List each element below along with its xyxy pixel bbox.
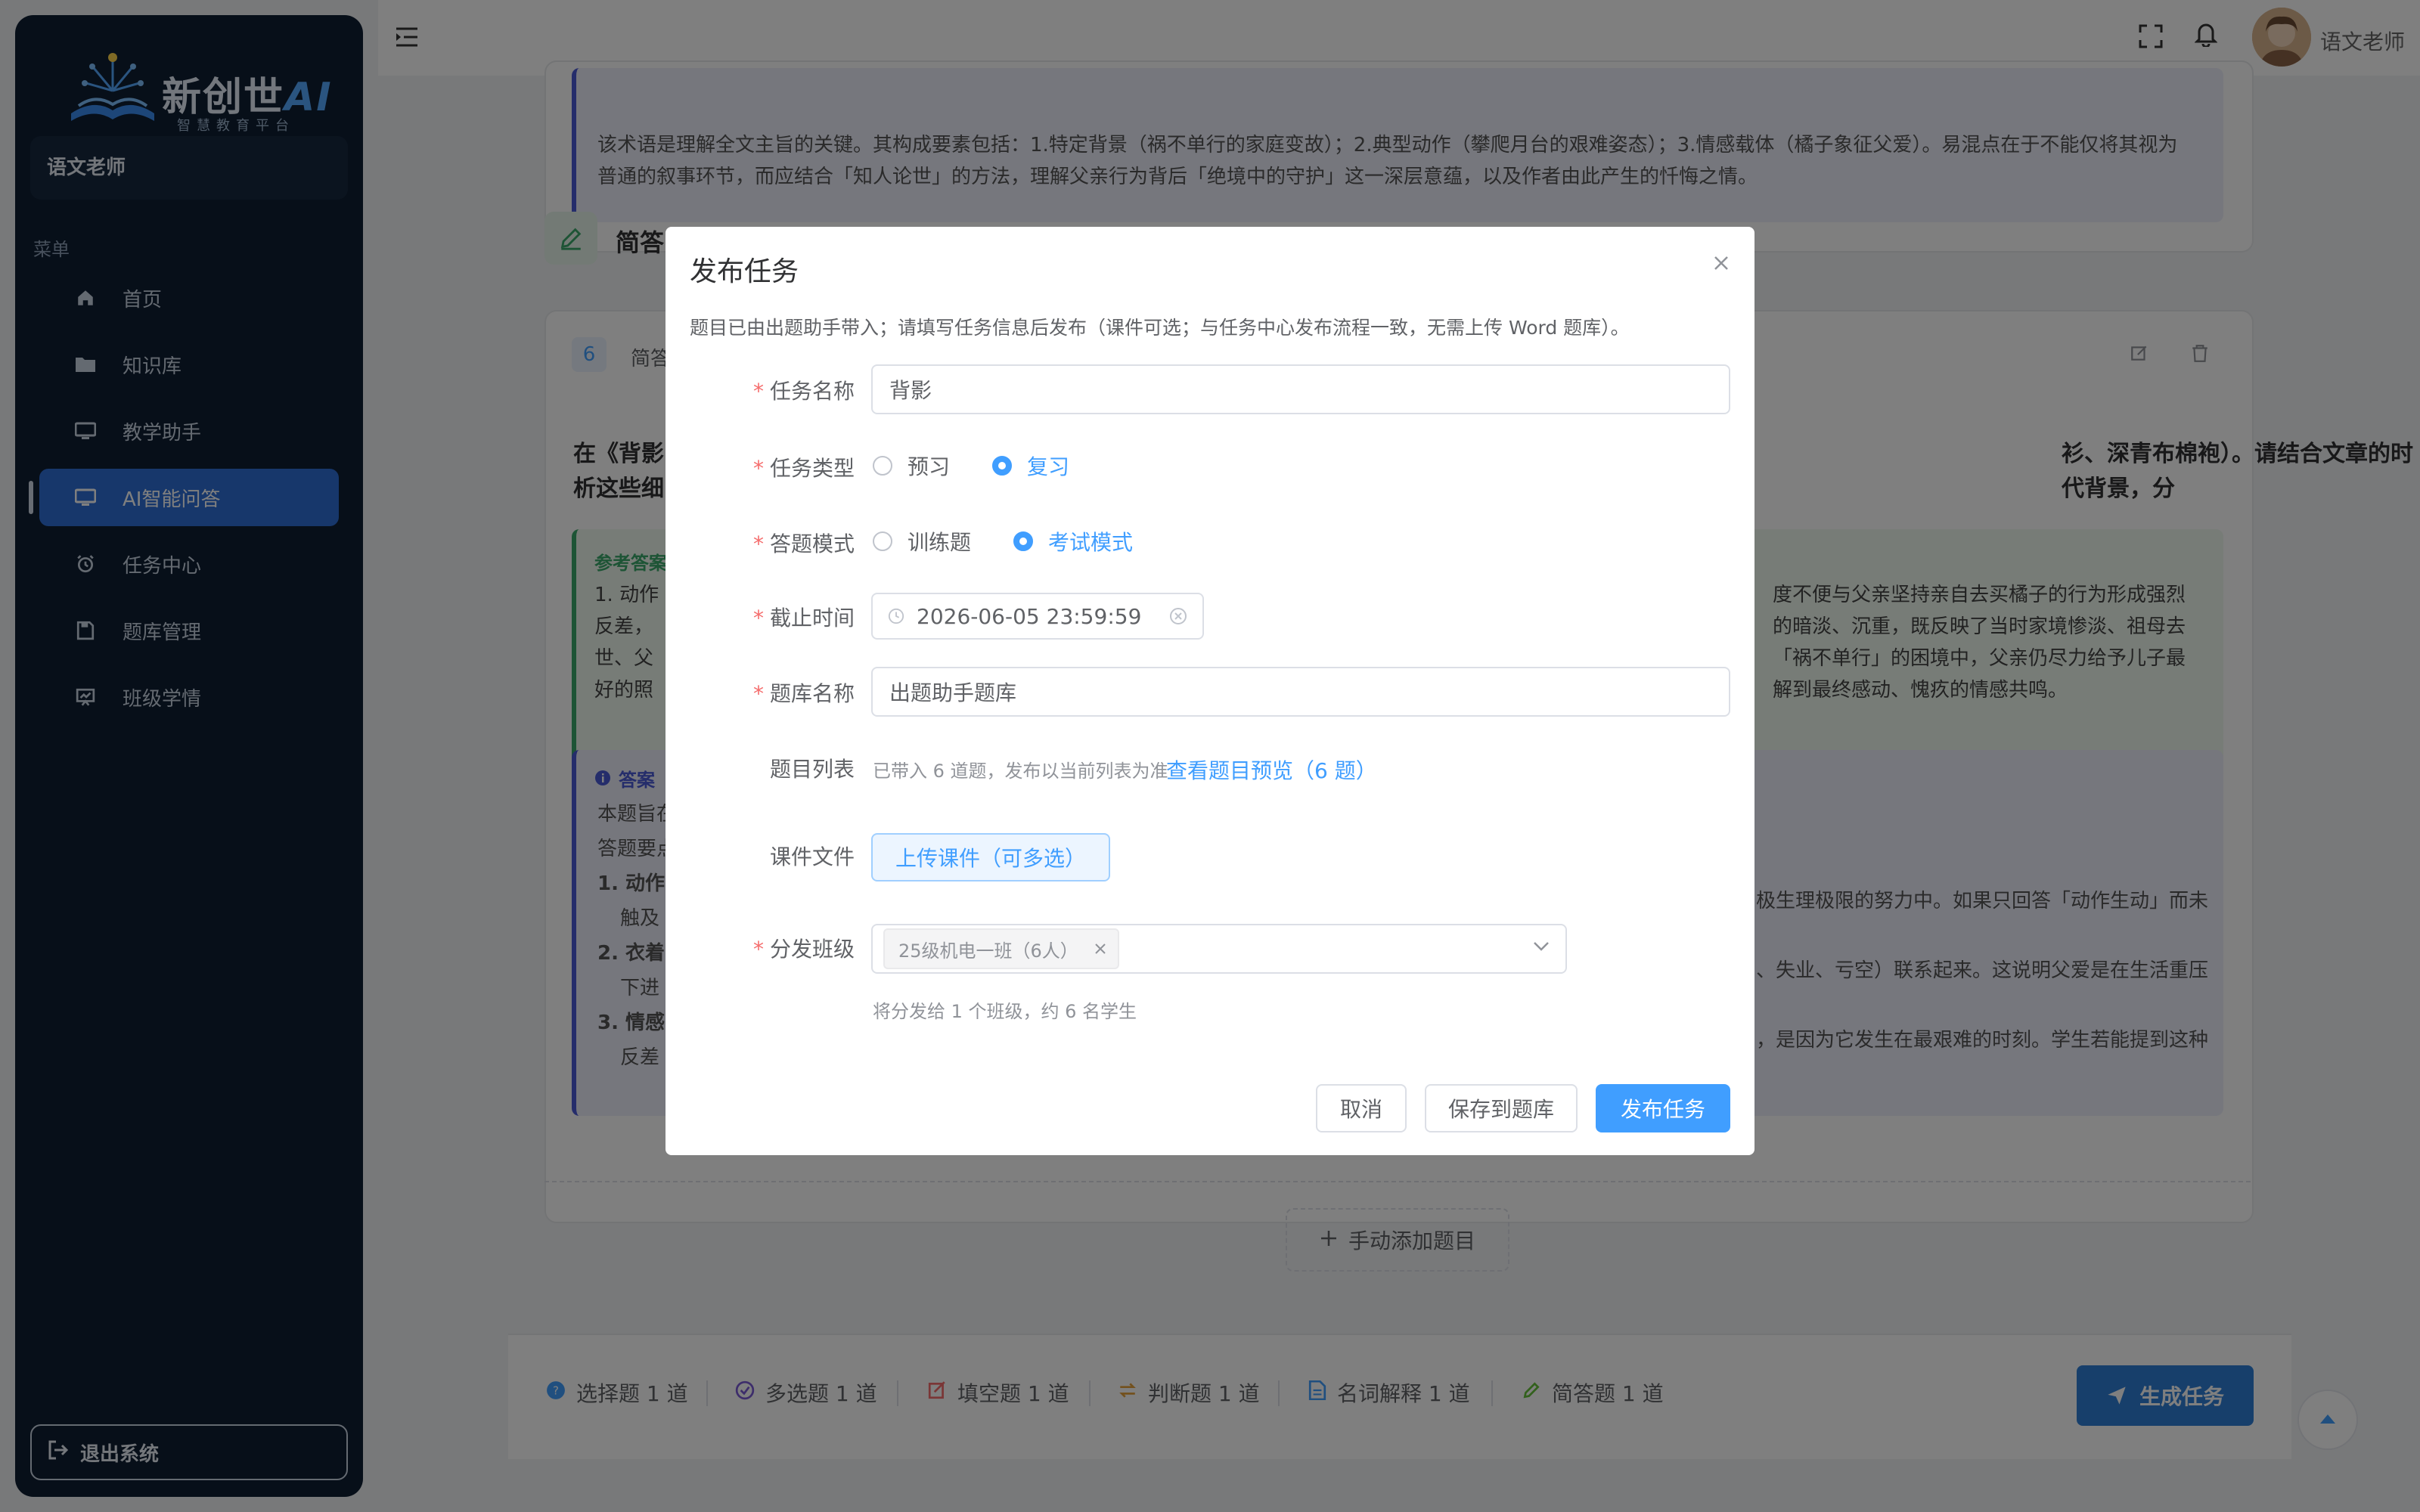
classes-label: * 分发班级	[752, 937, 855, 962]
deadline-picker[interactable]: 2026-06-05 23:59:59	[871, 593, 1204, 640]
close-icon[interactable]	[1706, 248, 1736, 278]
deadline-value: 2026-06-05 23:59:59	[917, 603, 1142, 629]
clear-icon[interactable]	[1169, 607, 1187, 625]
radio-review[interactable]: 复习	[992, 451, 1069, 481]
publish-task-button[interactable]: 发布任务	[1596, 1084, 1730, 1132]
preview-questions-link[interactable]: 查看题目预览（6 题）	[1166, 754, 1377, 785]
task-name-label: * 任务名称	[752, 379, 855, 404]
tag-close-icon[interactable]	[1094, 942, 1107, 956]
bank-name-input[interactable]: 出题助手题库	[871, 667, 1730, 717]
dialog-description: 题目已由出题助手带入；请填写任务信息后发布（课件可选；与任务中心发布流程一致，无…	[690, 317, 1630, 339]
radio-practice[interactable]: 训练题	[873, 526, 971, 556]
chevron-down-icon	[1532, 940, 1550, 953]
deadline-label: * 截止时间	[752, 606, 855, 631]
radio-exam[interactable]: 考试模式	[1013, 526, 1133, 556]
question-list-label: 题目列表	[769, 757, 855, 782]
bank-name-label: * 题库名称	[752, 681, 855, 706]
courseware-label: 课件文件	[769, 844, 855, 869]
task-type-label: * 任务类型	[752, 456, 855, 481]
cancel-button[interactable]: 取消	[1316, 1084, 1407, 1132]
radio-preview[interactable]: 预习	[873, 451, 950, 481]
task-name-input[interactable]: 背影	[871, 364, 1730, 414]
clock-icon	[888, 608, 904, 624]
dialog-title: 发布任务	[690, 256, 799, 287]
class-tag: 25级机电一班（6人）	[883, 928, 1119, 969]
answer-mode-label: * 答题模式	[752, 531, 855, 556]
class-hint: 将分发给 1 个班级，约 6 名学生	[873, 1001, 1137, 1022]
upload-courseware-button[interactable]: 上传课件（可多选）	[871, 833, 1110, 881]
save-to-bank-button[interactable]: 保存到题库	[1425, 1084, 1578, 1132]
question-list-info: 已带入 6 道题，发布以当前列表为准	[873, 761, 1168, 782]
publish-task-dialog: 发布任务 题目已由出题助手带入；请填写任务信息后发布（课件可选；与任务中心发布流…	[666, 227, 1754, 1155]
